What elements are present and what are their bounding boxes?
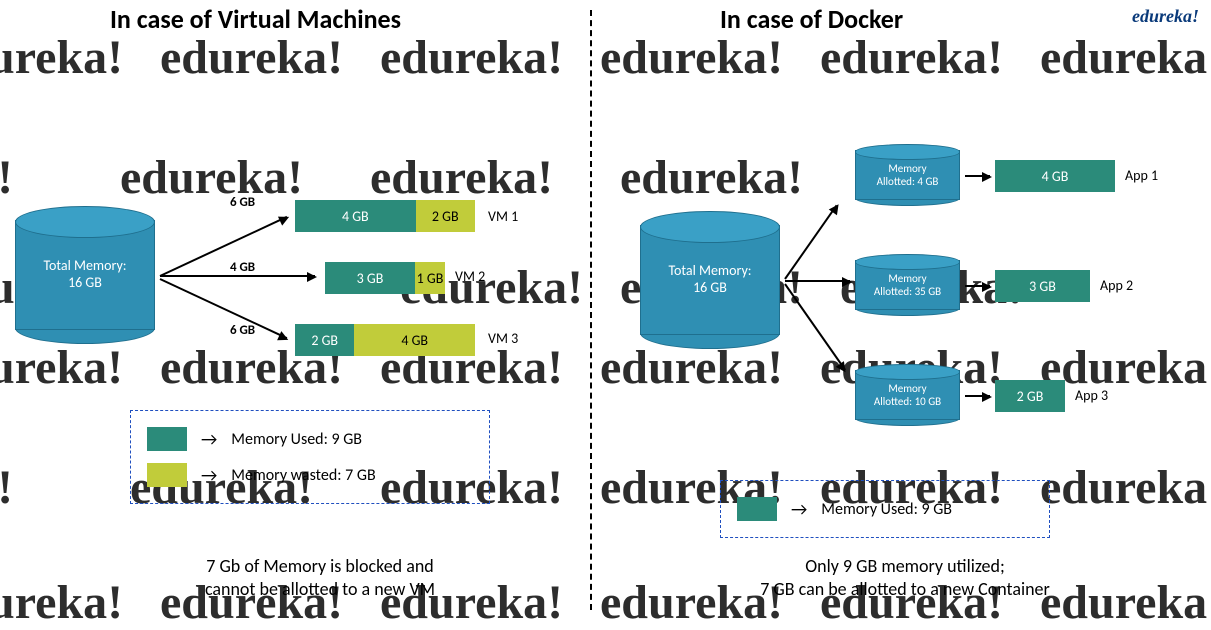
legend-wasted-text: Memory wasted: 7 GB: [231, 466, 375, 485]
app2-cylinder: Memory Allotted: 35 GB: [855, 260, 960, 310]
vm3-name: VM 3: [488, 330, 518, 347]
used-swatch: [147, 427, 187, 451]
app2-used-seg: 3 GB: [995, 270, 1090, 302]
diagram-content: In case of Virtual Machines Total Memory…: [0, 0, 1211, 630]
vm-total-memory-label: Total Memory: 16 GB: [16, 221, 154, 329]
app1-bar: 4 GB: [995, 160, 1115, 192]
vm1-alloc-label: 6 GB: [230, 195, 255, 210]
center-divider: [590, 10, 592, 610]
legend-used-text: Memory Used: 9 GB: [231, 430, 362, 449]
legend-row-wasted: → Memory wasted: 7 GB: [147, 457, 473, 493]
app3-bar: 2 GB: [995, 380, 1065, 412]
vm2-alloc-label: 4 GB: [230, 260, 255, 275]
vm3-wasted-seg: 4 GB: [354, 324, 475, 356]
docker-legend: → Memory Used: 9 GB: [720, 480, 1050, 538]
app1-name: App 1: [1125, 167, 1158, 184]
legend-row-used: → Memory Used: 9 GB: [737, 491, 1033, 527]
title-docker: In case of Docker: [720, 3, 903, 35]
arrow-icon: [160, 216, 288, 277]
app3-name: App 3: [1075, 387, 1108, 404]
app1-used-seg: 4 GB: [995, 160, 1115, 192]
legend-used-text: Memory Used: 9 GB: [821, 500, 952, 519]
vm1-wasted-seg: 2 GB: [416, 200, 475, 232]
vm3-bar: 2 GB 4 GB: [295, 324, 475, 356]
docker-conclusion: Only 9 GB memory utilized; 7 GB can be a…: [685, 555, 1125, 602]
app3-cyl-label: Memory Allotted: 10 GB: [856, 371, 959, 419]
vm1-name: VM 1: [488, 208, 518, 225]
app2-name: App 2: [1100, 277, 1133, 294]
app3-used-seg: 2 GB: [995, 380, 1065, 412]
vm2-bar: 3 GB 1 GB: [325, 262, 445, 294]
vm-total-memory-cylinder: Total Memory: 16 GB: [15, 220, 155, 330]
docker-total-memory-label: Total Memory: 16 GB: [641, 226, 779, 334]
vm1-used-seg: 4 GB: [295, 200, 416, 232]
arrow-icon: [160, 275, 315, 277]
arrow-icon: [784, 205, 837, 280]
arrow-icon: [160, 278, 288, 339]
arrow-icon: →: [201, 428, 217, 450]
app3-cylinder: Memory Allotted: 10 GB: [855, 370, 960, 420]
arrow-icon: [784, 283, 846, 370]
arrow-icon: [965, 395, 990, 397]
vm2-name: VM 2: [455, 268, 485, 285]
vm3-used-seg: 2 GB: [295, 324, 354, 356]
arrow-icon: →: [791, 498, 807, 520]
vm2-wasted-seg: 1 GB: [415, 262, 445, 294]
docker-total-memory-cylinder: Total Memory: 16 GB: [640, 225, 780, 335]
arrow-icon: [785, 280, 850, 282]
vm2-used-seg: 3 GB: [325, 262, 415, 294]
app1-cyl-label: Memory Allotted: 4 GB: [856, 151, 959, 199]
vm1-bar: 4 GB 2 GB: [295, 200, 475, 232]
app1-cylinder: Memory Allotted: 4 GB: [855, 150, 960, 200]
vm-conclusion: 7 Gb of Memory is blocked and cannot be …: [150, 555, 490, 602]
vm3-alloc-label: 6 GB: [230, 323, 255, 338]
used-swatch: [737, 497, 777, 521]
arrow-icon: [965, 285, 990, 287]
arrow-icon: [965, 175, 990, 177]
vm-legend: → Memory Used: 9 GB → Memory wasted: 7 G…: [130, 410, 490, 504]
brand-logo: edureka!: [1132, 6, 1199, 27]
wasted-swatch: [147, 463, 187, 487]
legend-row-used: → Memory Used: 9 GB: [147, 421, 473, 457]
app2-cyl-label: Memory Allotted: 35 GB: [856, 261, 959, 309]
app2-bar: 3 GB: [995, 270, 1090, 302]
title-vm: In case of Virtual Machines: [110, 3, 401, 35]
arrow-icon: →: [201, 464, 217, 486]
